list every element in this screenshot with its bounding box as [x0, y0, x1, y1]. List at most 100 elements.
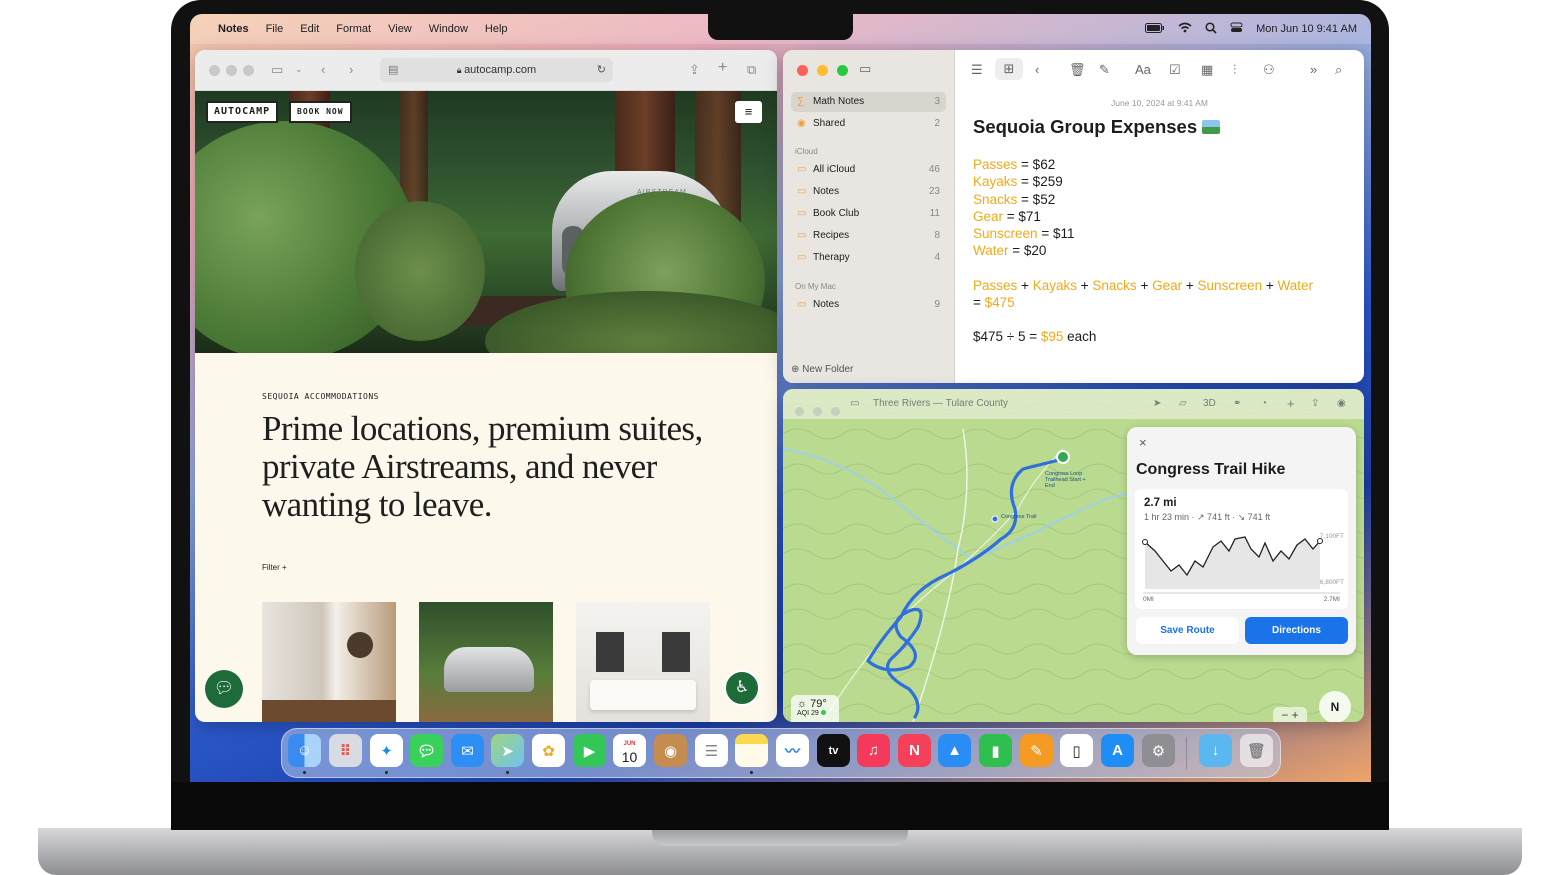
new-tab-icon[interactable]: +: [718, 59, 727, 77]
close-icon[interactable]: ×: [1139, 435, 1147, 450]
sidebar-item-mac-notes[interactable]: ▭ Notes 9: [791, 295, 946, 315]
minimize-button[interactable]: [226, 64, 237, 76]
facetime-icon[interactable]: ▶: [573, 734, 606, 767]
accessibility-button[interactable]: ♿︎: [724, 670, 760, 706]
system-settings-icon[interactable]: ⚙: [1142, 734, 1175, 767]
compose-icon[interactable]: ✎: [1099, 62, 1110, 78]
sidebar-item-book-club[interactable]: ▭ Book Club 11: [791, 204, 946, 224]
wifi-icon[interactable]: [1178, 22, 1192, 36]
checklist-icon[interactable]: ☑: [1169, 62, 1181, 78]
zoom-in-icon[interactable]: +: [1292, 708, 1299, 722]
menu-window[interactable]: Window: [429, 23, 468, 35]
list-view-icon[interactable]: ☰: [971, 62, 983, 78]
zoom-button[interactable]: [243, 64, 254, 76]
zoom-button[interactable]: [836, 65, 848, 76]
new-folder-button[interactable]: ⊕ New Folder: [791, 364, 853, 375]
safari-icon[interactable]: ✦: [370, 734, 403, 767]
tv-icon[interactable]: tv: [817, 734, 850, 767]
listing-thumbnail-bedroom[interactable]: [576, 602, 710, 722]
back-icon[interactable]: ‹: [1035, 62, 1039, 77]
location-arrow-icon[interactable]: ➤: [1153, 389, 1161, 419]
save-route-button[interactable]: Save Route: [1136, 617, 1239, 644]
forward-icon[interactable]: ›: [349, 62, 353, 77]
notes-icon[interactable]: [735, 734, 768, 767]
sidebar-toggle-icon[interactable]: ▭: [271, 62, 283, 78]
zoom-button[interactable]: [830, 407, 840, 416]
close-button[interactable]: [797, 65, 808, 76]
app-store-icon[interactable]: A: [1101, 734, 1134, 767]
minimize-button[interactable]: [812, 407, 822, 416]
share-icon[interactable]: ⇪: [689, 62, 700, 78]
more-icon[interactable]: »: [1310, 62, 1317, 77]
sidebar-item-all-icloud[interactable]: ▭ All iCloud 46: [791, 160, 946, 180]
compass-button[interactable]: N: [1319, 691, 1351, 722]
sidebar-item-therapy[interactable]: ▭ Therapy 4: [791, 248, 946, 268]
format-text-icon[interactable]: Aa: [1135, 62, 1151, 77]
audio-icon[interactable]: ⫶: [1233, 62, 1236, 78]
sidebar-toggle-icon[interactable]: ▭: [850, 389, 859, 419]
address-bar[interactable]: ▤ 🔒︎ autocamp.com ↻: [380, 58, 613, 82]
calendar-icon[interactable]: JUN 10: [613, 734, 646, 767]
control-center-icon[interactable]: [1230, 22, 1243, 36]
messages-icon[interactable]: 💬︎: [410, 734, 443, 767]
mail-icon[interactable]: ✉: [451, 734, 484, 767]
tab-overview-icon[interactable]: ⧉: [747, 62, 756, 78]
zoom-out-icon[interactable]: −: [1281, 708, 1288, 722]
tracking-icon[interactable]: ◔: [1261, 389, 1267, 419]
photos-icon[interactable]: ✿: [532, 734, 565, 767]
hamburger-menu-icon[interactable]: ≡: [735, 101, 762, 123]
search-icon[interactable]: ⌕: [1335, 62, 1342, 78]
chat-button[interactable]: 💬︎: [205, 670, 243, 708]
collaborate-icon[interactable]: ⚇: [1263, 62, 1275, 78]
back-icon[interactable]: ‹: [321, 62, 325, 77]
menu-app-name[interactable]: Notes: [218, 23, 249, 35]
launchpad-icon[interactable]: ⠿: [329, 734, 362, 767]
book-now-button[interactable]: BOOK NOW: [289, 101, 352, 123]
map-mode-icon[interactable]: ▱: [1179, 389, 1187, 419]
keynote-icon[interactable]: ▲: [938, 734, 971, 767]
menu-format[interactable]: Format: [336, 23, 371, 35]
downloads-folder-icon[interactable]: ↓: [1199, 734, 1232, 767]
sidebar-item-shared[interactable]: ◉ Shared 2: [791, 114, 946, 134]
listing-thumbnail-airstream[interactable]: [419, 602, 553, 722]
table-icon[interactable]: ▦: [1201, 62, 1213, 78]
spotlight-icon[interactable]: [1205, 21, 1217, 37]
freeform-icon[interactable]: 〰: [776, 734, 809, 767]
menubar-clock[interactable]: Mon Jun 10 9:41 AM: [1256, 23, 1357, 35]
menu-view[interactable]: View: [388, 23, 412, 35]
share-icon[interactable]: ⇪: [1311, 389, 1319, 419]
menu-file[interactable]: File: [266, 23, 284, 35]
gallery-view-icon[interactable]: ⊞: [995, 58, 1023, 80]
listing-thumbnail-interior[interactable]: [262, 602, 396, 722]
minimize-button[interactable]: [816, 65, 828, 76]
autocamp-logo[interactable]: AUTOCAMP: [206, 101, 279, 123]
weather-widget[interactable]: ☼ 79° AQI 29: [791, 695, 839, 722]
sidebar-item-recipes[interactable]: ▭ Recipes 8: [791, 226, 946, 246]
directions-button[interactable]: Directions: [1245, 617, 1348, 644]
reload-icon[interactable]: ↻: [597, 58, 606, 82]
reminders-icon[interactable]: ☰: [695, 734, 728, 767]
close-button[interactable]: [795, 407, 804, 416]
contacts-icon[interactable]: ◉: [654, 734, 687, 767]
close-button[interactable]: [209, 64, 220, 76]
zoom-controls[interactable]: − +: [1273, 707, 1307, 722]
account-icon[interactable]: ◉: [1337, 389, 1346, 419]
sidebar-item-math-notes[interactable]: ∑ Math Notes 3: [791, 92, 946, 112]
iphone-mirroring-icon[interactable]: ▯: [1060, 734, 1093, 767]
finder-icon[interactable]: ☺: [288, 734, 321, 767]
trash-icon[interactable]: 🗑︎: [1240, 734, 1273, 767]
trash-icon[interactable]: 🗑︎: [1069, 62, 1086, 78]
look-around-icon[interactable]: ⚭: [1233, 389, 1241, 419]
maps-icon[interactable]: ➤: [491, 734, 524, 767]
chevron-down-icon[interactable]: ⌄: [295, 64, 303, 75]
numbers-icon[interactable]: ▮: [979, 734, 1012, 767]
filter-button[interactable]: Filter +: [262, 563, 287, 572]
menu-help[interactable]: Help: [485, 23, 508, 35]
note-title[interactable]: Sequoia Group Expenses: [973, 116, 1221, 138]
news-icon[interactable]: N: [898, 734, 931, 767]
sidebar-toggle-icon[interactable]: ▭: [859, 61, 871, 77]
battery-icon[interactable]: [1145, 22, 1165, 36]
menu-edit[interactable]: Edit: [300, 23, 319, 35]
3d-button[interactable]: 3D: [1203, 389, 1216, 419]
add-icon[interactable]: +: [1287, 389, 1295, 419]
